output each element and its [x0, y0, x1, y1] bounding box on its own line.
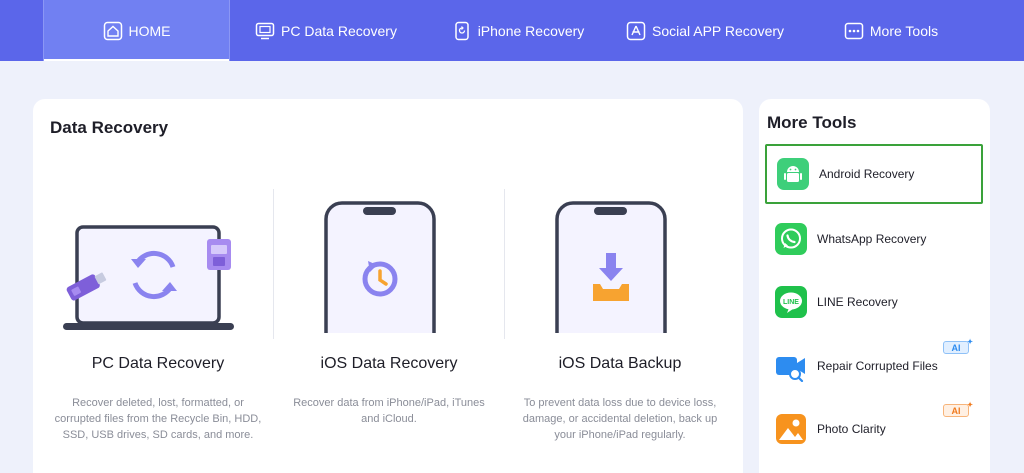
pc-data-recovery-tile[interactable]: PC Data Recovery Recover deleted, lost, …	[43, 189, 273, 459]
tool-repair-corrupted-files[interactable]: Repair Corrupted Files AI ✦	[765, 336, 983, 396]
ai-badge: AI ✦	[943, 402, 973, 417]
ai-badge-text: AI	[951, 342, 961, 353]
ios-data-backup-tile[interactable]: iOS Data Backup To prevent data loss due…	[505, 189, 735, 459]
nav-tab-label: PC Data Recovery	[281, 22, 397, 39]
tool-line-recovery[interactable]: LINE LINE Recovery	[765, 272, 983, 332]
svg-text:LINE: LINE	[783, 299, 799, 306]
nav-tab-pc-data-recovery[interactable]: PC Data Recovery	[246, 0, 406, 61]
iphone-recovery-illustration	[274, 189, 504, 339]
phone-restore-icon	[452, 21, 472, 41]
section-title: Data Recovery	[50, 118, 169, 137]
nav-tab-label: HOME	[128, 22, 171, 39]
iphone-backup-illustration	[505, 189, 735, 339]
line-icon: LINE	[775, 286, 807, 318]
more-dots-icon	[844, 21, 864, 41]
nav-tab-iphone-recovery[interactable]: iPhone Recovery	[443, 0, 593, 61]
nav-tab-label: Social APP Recovery	[651, 22, 785, 39]
tile-title: iOS Data Backup	[558, 355, 682, 372]
tool-label: LINE Recovery	[817, 295, 898, 309]
nav-tab-label: More Tools	[869, 22, 939, 39]
nav-tab-home[interactable]: HOME	[43, 0, 230, 61]
ai-badge-text: AI	[951, 405, 961, 416]
video-repair-icon	[775, 350, 807, 382]
monitor-icon	[255, 21, 275, 41]
tool-whatsapp-recovery[interactable]: WhatsApp Recovery	[765, 209, 983, 269]
data-recovery-card: Data Recovery PC Data Recovery Recover d…	[33, 99, 743, 473]
home-icon	[103, 21, 123, 41]
nav-tab-label: iPhone Recovery	[477, 22, 585, 39]
tool-label: Photo Clarity	[817, 422, 886, 436]
tile-description: Recover deleted, lost, formatted, or cor…	[54, 397, 262, 441]
tile-title: iOS Data Recovery	[320, 355, 458, 372]
ai-badge: AI ✦	[943, 339, 973, 354]
app-store-icon	[626, 21, 646, 41]
android-icon	[777, 158, 809, 190]
laptop-illustration	[43, 189, 273, 339]
ios-data-recovery-tile[interactable]: iOS Data Recovery Recover data from iPho…	[274, 189, 504, 459]
tool-label: Repair Corrupted Files	[817, 359, 938, 373]
tile-title: PC Data Recovery	[91, 355, 225, 372]
tool-label: WhatsApp Recovery	[817, 232, 927, 246]
whatsapp-icon	[775, 223, 807, 255]
tile-description: To prevent data loss due to device loss,…	[522, 397, 718, 441]
nav-tab-more-tools[interactable]: More Tools	[832, 0, 950, 61]
tool-android-recovery[interactable]: Android Recovery	[765, 144, 983, 204]
more-tools-card: More Tools Android Recovery WhatsApp Rec…	[759, 99, 990, 473]
section-title: More Tools	[767, 113, 857, 132]
photo-icon	[775, 413, 807, 445]
nav-tab-social-app-recovery[interactable]: Social APP Recovery	[620, 0, 790, 61]
top-nav: HOME PC Data Recovery iPhone Recovery So…	[0, 0, 1024, 61]
tool-label: Android Recovery	[819, 167, 915, 181]
tool-photo-clarity[interactable]: Photo Clarity AI ✦	[765, 399, 983, 459]
tile-description: Recover data from iPhone/iPad, iTunes an…	[293, 397, 485, 425]
